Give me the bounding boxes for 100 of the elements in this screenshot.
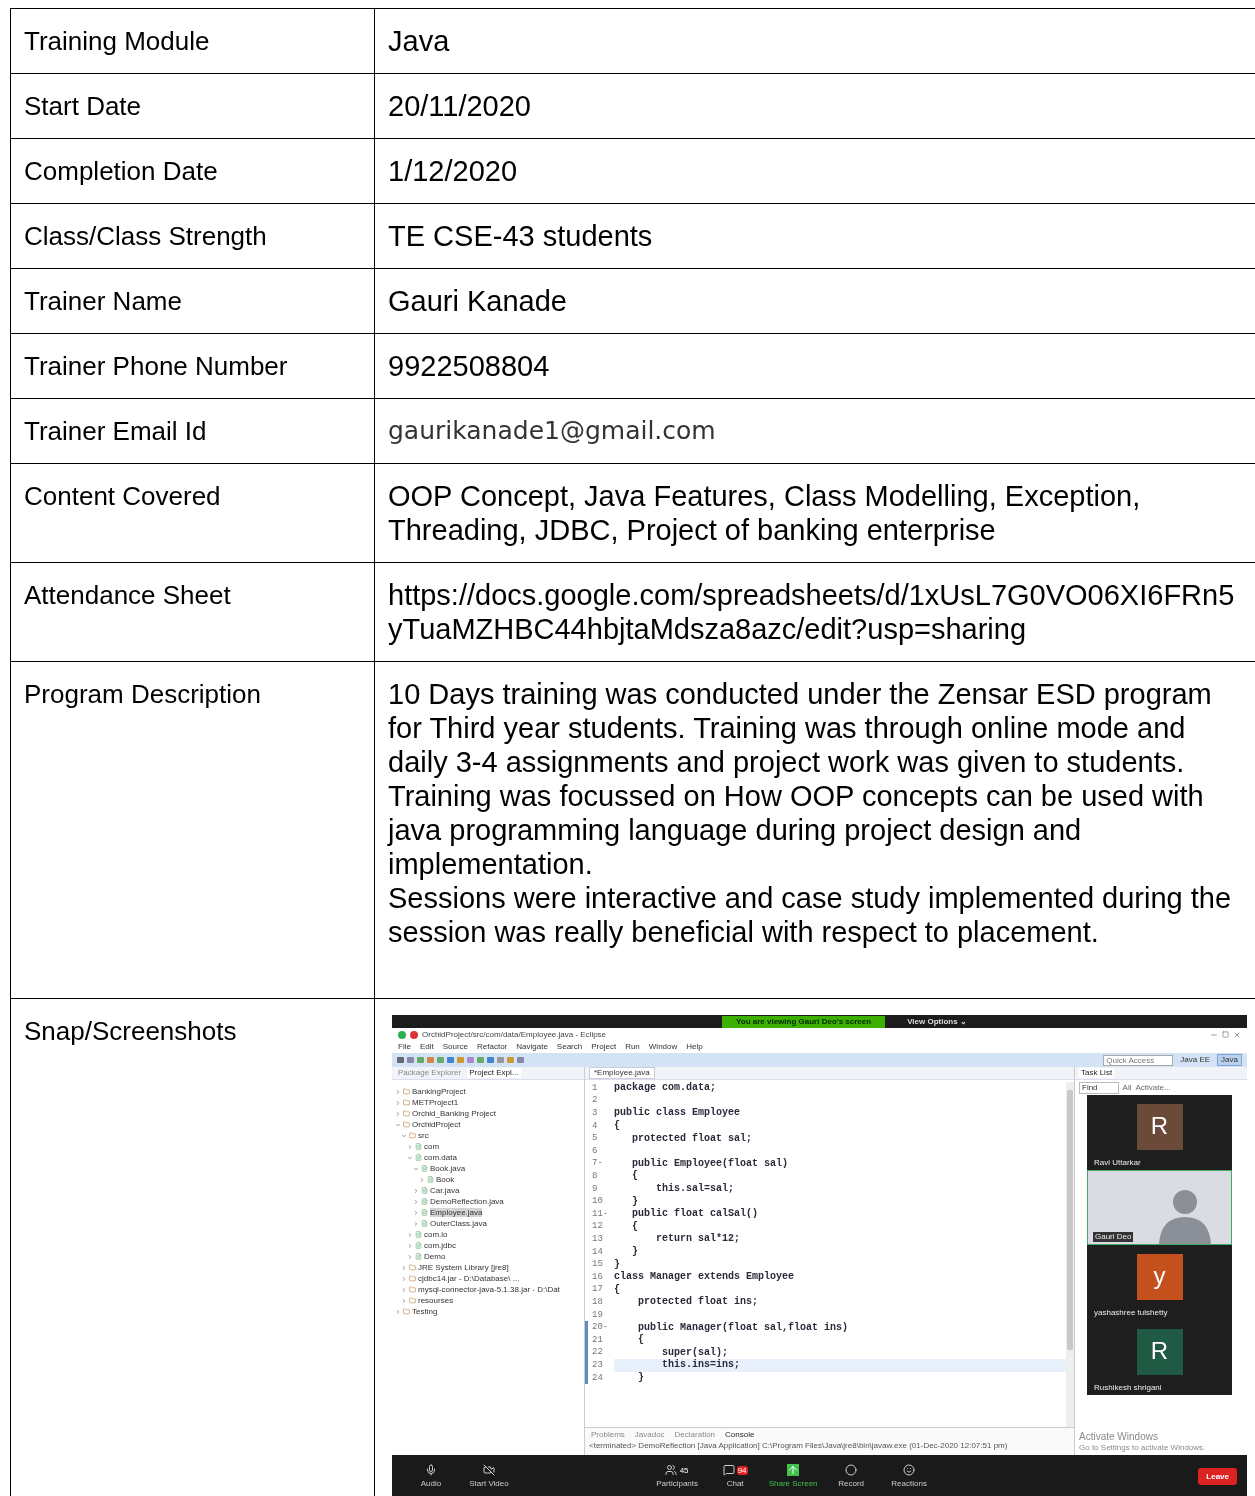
filter-link[interactable]: All xyxy=(1122,1083,1132,1093)
expand-caret-icon[interactable] xyxy=(413,1165,419,1172)
menu-item[interactable]: Help xyxy=(686,1042,703,1052)
tree-item[interactable]: METProject1 xyxy=(412,1097,459,1108)
maximize-icon[interactable] xyxy=(1222,1031,1229,1038)
collapse-caret-icon[interactable] xyxy=(413,1209,419,1216)
collapse-caret-icon[interactable] xyxy=(401,1286,407,1293)
meeting-control[interactable]: Share Screen xyxy=(764,1464,823,1488)
tree-item[interactable]: mysql-connector-java-5.1.38.jar - D:\Dat xyxy=(418,1284,560,1295)
tree-item[interactable]: Employee.java xyxy=(430,1207,483,1218)
meeting-control[interactable]: Reactions xyxy=(880,1464,939,1488)
microphone-icon xyxy=(425,1464,437,1476)
tree-item[interactable]: JRE System Library [jre8] xyxy=(418,1262,509,1273)
view-options-button[interactable]: View Options ⌄ xyxy=(897,1016,977,1027)
tree-item[interactable]: com.data xyxy=(424,1152,457,1163)
console-tab[interactable]: Javadoc xyxy=(632,1429,667,1440)
line-number: 8 xyxy=(591,1170,599,1183)
menu-item[interactable]: Refactor xyxy=(477,1042,508,1052)
filter-link[interactable]: Activate... xyxy=(1135,1083,1171,1093)
menu-item[interactable]: Source xyxy=(442,1042,469,1052)
expand-caret-icon[interactable] xyxy=(395,1121,401,1128)
menu-item[interactable]: Search xyxy=(556,1042,583,1052)
row-value: 10 Days training was conducted under the Zensar ESD program for Third year students. Training was through online mode and daily 3-4 assignments and project work was given to students. Training was focussed on How OOP concepts can be used with java programming language during project design and implementation. xyxy=(388,677,1213,881)
line-number: 11- xyxy=(591,1207,610,1221)
scrollbar[interactable] xyxy=(1066,1082,1074,1427)
collapse-caret-icon[interactable] xyxy=(395,1308,401,1315)
line-number: 1 xyxy=(591,1082,599,1095)
tree-item[interactable]: com xyxy=(424,1141,440,1152)
explorer-tab[interactable]: Project Expl... xyxy=(467,1068,521,1078)
tree-item[interactable]: OrchidProject xyxy=(412,1119,461,1130)
tree-item[interactable]: cjdbc14.jar - D:\Database\ ... xyxy=(418,1273,520,1284)
tree-item[interactable]: Demo xyxy=(424,1251,446,1262)
activation-notice: Activate Windows xyxy=(1079,1431,1159,1444)
link-text[interactable]: https://docs.google.com/spreadsheets/d/1xUsL7G0VO06XI6FRn5yTuaMZHBC44hbjtaMdsza8azc/edit?usp=sharing xyxy=(388,578,1245,646)
expand-caret-icon[interactable] xyxy=(407,1154,413,1161)
collapse-caret-icon[interactable] xyxy=(407,1143,413,1150)
meeting-control[interactable]: Audio xyxy=(402,1464,460,1488)
perspective-button[interactable]: Java xyxy=(1217,1054,1242,1066)
collapse-caret-icon[interactable] xyxy=(413,1187,419,1194)
code-line: } xyxy=(631,1245,639,1259)
file-icon xyxy=(421,1220,428,1227)
collapse-caret-icon[interactable] xyxy=(413,1198,419,1205)
row-value: Sessions were interactive and case study implemented during the session was really beneficial with respect to placement. xyxy=(388,881,1233,949)
menu-item[interactable]: File xyxy=(398,1042,411,1052)
collapse-caret-icon[interactable] xyxy=(407,1231,413,1238)
menu-item[interactable]: Edit xyxy=(419,1042,434,1052)
collapse-caret-icon[interactable] xyxy=(401,1297,407,1304)
editor-tab[interactable]: *Employee.java xyxy=(589,1067,655,1079)
find-field[interactable]: Find xyxy=(1079,1082,1119,1094)
collapse-caret-icon[interactable] xyxy=(407,1253,413,1260)
tree-item[interactable]: src xyxy=(418,1130,429,1141)
code-line: { xyxy=(614,1119,621,1133)
line-number: 5 xyxy=(591,1132,599,1145)
participant-avatar: R xyxy=(1136,1103,1183,1150)
expand-caret-icon[interactable] xyxy=(401,1132,407,1139)
line-number: 21 xyxy=(585,1333,614,1347)
line-number: 9 xyxy=(591,1182,599,1196)
close-icon[interactable] xyxy=(1233,1030,1241,1039)
menu-item[interactable]: Project xyxy=(591,1042,617,1052)
quick-access-field[interactable]: Quick Access xyxy=(1103,1054,1174,1066)
folder-icon xyxy=(409,1286,416,1293)
row-value: 1/12/2020 xyxy=(388,154,518,188)
meeting-control[interactable]: 45 Participants xyxy=(648,1464,707,1488)
tree-item[interactable]: com.jdbc xyxy=(424,1240,456,1251)
tree-item[interactable]: Orchid_Banking Project xyxy=(412,1108,497,1119)
collapse-caret-icon[interactable] xyxy=(419,1176,425,1183)
tree-item[interactable]: Book xyxy=(436,1174,455,1185)
menu-item[interactable]: Run xyxy=(625,1042,640,1052)
tree-item[interactable]: com.io xyxy=(424,1229,448,1240)
console-tab[interactable]: Problems xyxy=(589,1429,627,1440)
meeting-control[interactable]: Start Video xyxy=(460,1464,518,1488)
menu-item[interactable]: Navigate xyxy=(516,1042,548,1052)
tree-item[interactable]: OuterClass.java xyxy=(430,1218,487,1229)
collapse-caret-icon[interactable] xyxy=(395,1110,401,1117)
tree-item[interactable]: Car.java xyxy=(430,1185,460,1196)
leave-button[interactable]: Leave xyxy=(1198,1467,1237,1485)
console-tab[interactable]: Console xyxy=(723,1429,757,1440)
console-tab[interactable]: Declaration xyxy=(672,1429,718,1440)
meeting-control[interactable]: 94 Chat xyxy=(706,1464,765,1488)
collapse-caret-icon[interactable] xyxy=(401,1264,407,1271)
collapse-caret-icon[interactable] xyxy=(413,1220,419,1227)
menu-item[interactable]: Window xyxy=(648,1042,678,1052)
task-list-tab[interactable]: Task List xyxy=(1079,1068,1115,1078)
collapse-caret-icon[interactable] xyxy=(401,1275,407,1282)
code-line: class Manager extends Employee xyxy=(614,1270,796,1284)
code-line: public Manager(float sal,float ins) xyxy=(637,1321,850,1334)
meeting-control[interactable]: Record xyxy=(822,1464,881,1488)
folder-icon xyxy=(409,1264,416,1271)
tree-item[interactable]: BankingProject xyxy=(412,1086,466,1097)
tree-item[interactable]: Book.java xyxy=(430,1163,466,1174)
folder-icon xyxy=(409,1275,416,1282)
line-number: 14 xyxy=(591,1245,604,1259)
tree-item[interactable]: resourses xyxy=(418,1295,454,1306)
line-number: 17 xyxy=(591,1283,604,1297)
file-icon xyxy=(421,1209,428,1216)
tree-item[interactable]: Testing xyxy=(412,1306,438,1317)
collapse-caret-icon[interactable] xyxy=(407,1242,413,1249)
collapse-caret-icon[interactable] xyxy=(395,1099,401,1106)
tree-item[interactable]: DemoReflection.java xyxy=(430,1196,504,1207)
collapse-caret-icon[interactable] xyxy=(395,1088,401,1095)
